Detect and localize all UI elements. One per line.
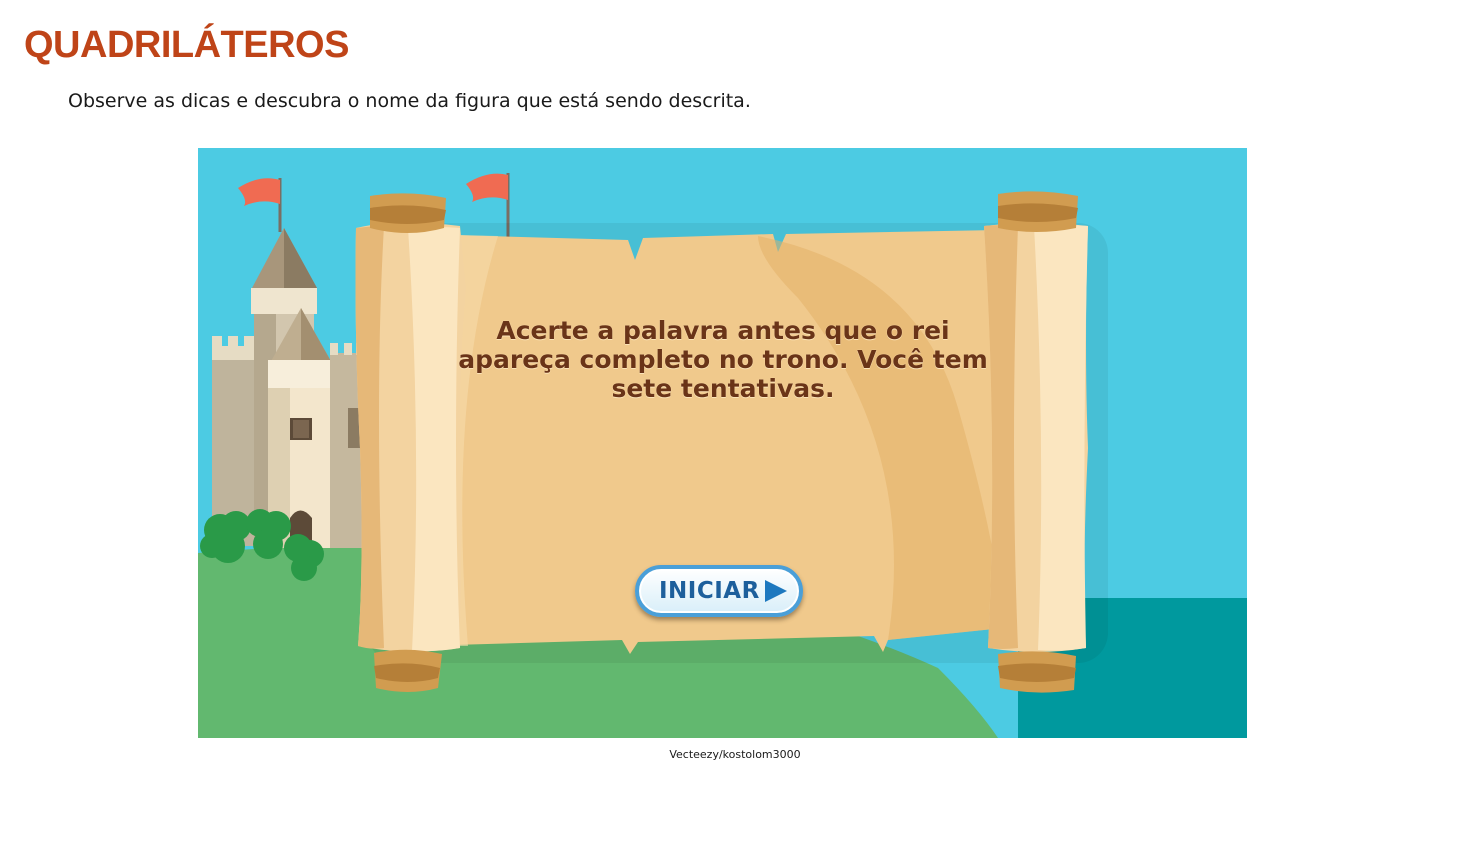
parchment-scroll <box>355 191 1088 693</box>
game-frame[interactable]: Acerte a palavra antes que o rei apareça… <box>198 148 1247 738</box>
page-title: QUADRILÁTEROS <box>24 24 349 66</box>
scroll-message: Acerte a palavra antes que o rei apareça… <box>458 316 988 403</box>
play-icon <box>765 580 787 602</box>
instruction-text: Observe as dicas e descubra o nome da fi… <box>68 90 751 112</box>
game-scene <box>198 148 1247 738</box>
start-button[interactable]: INICIAR <box>635 565 803 617</box>
start-button-label: INICIAR <box>659 578 760 604</box>
image-credit: Vecteezy/kostolom3000 <box>669 748 801 761</box>
